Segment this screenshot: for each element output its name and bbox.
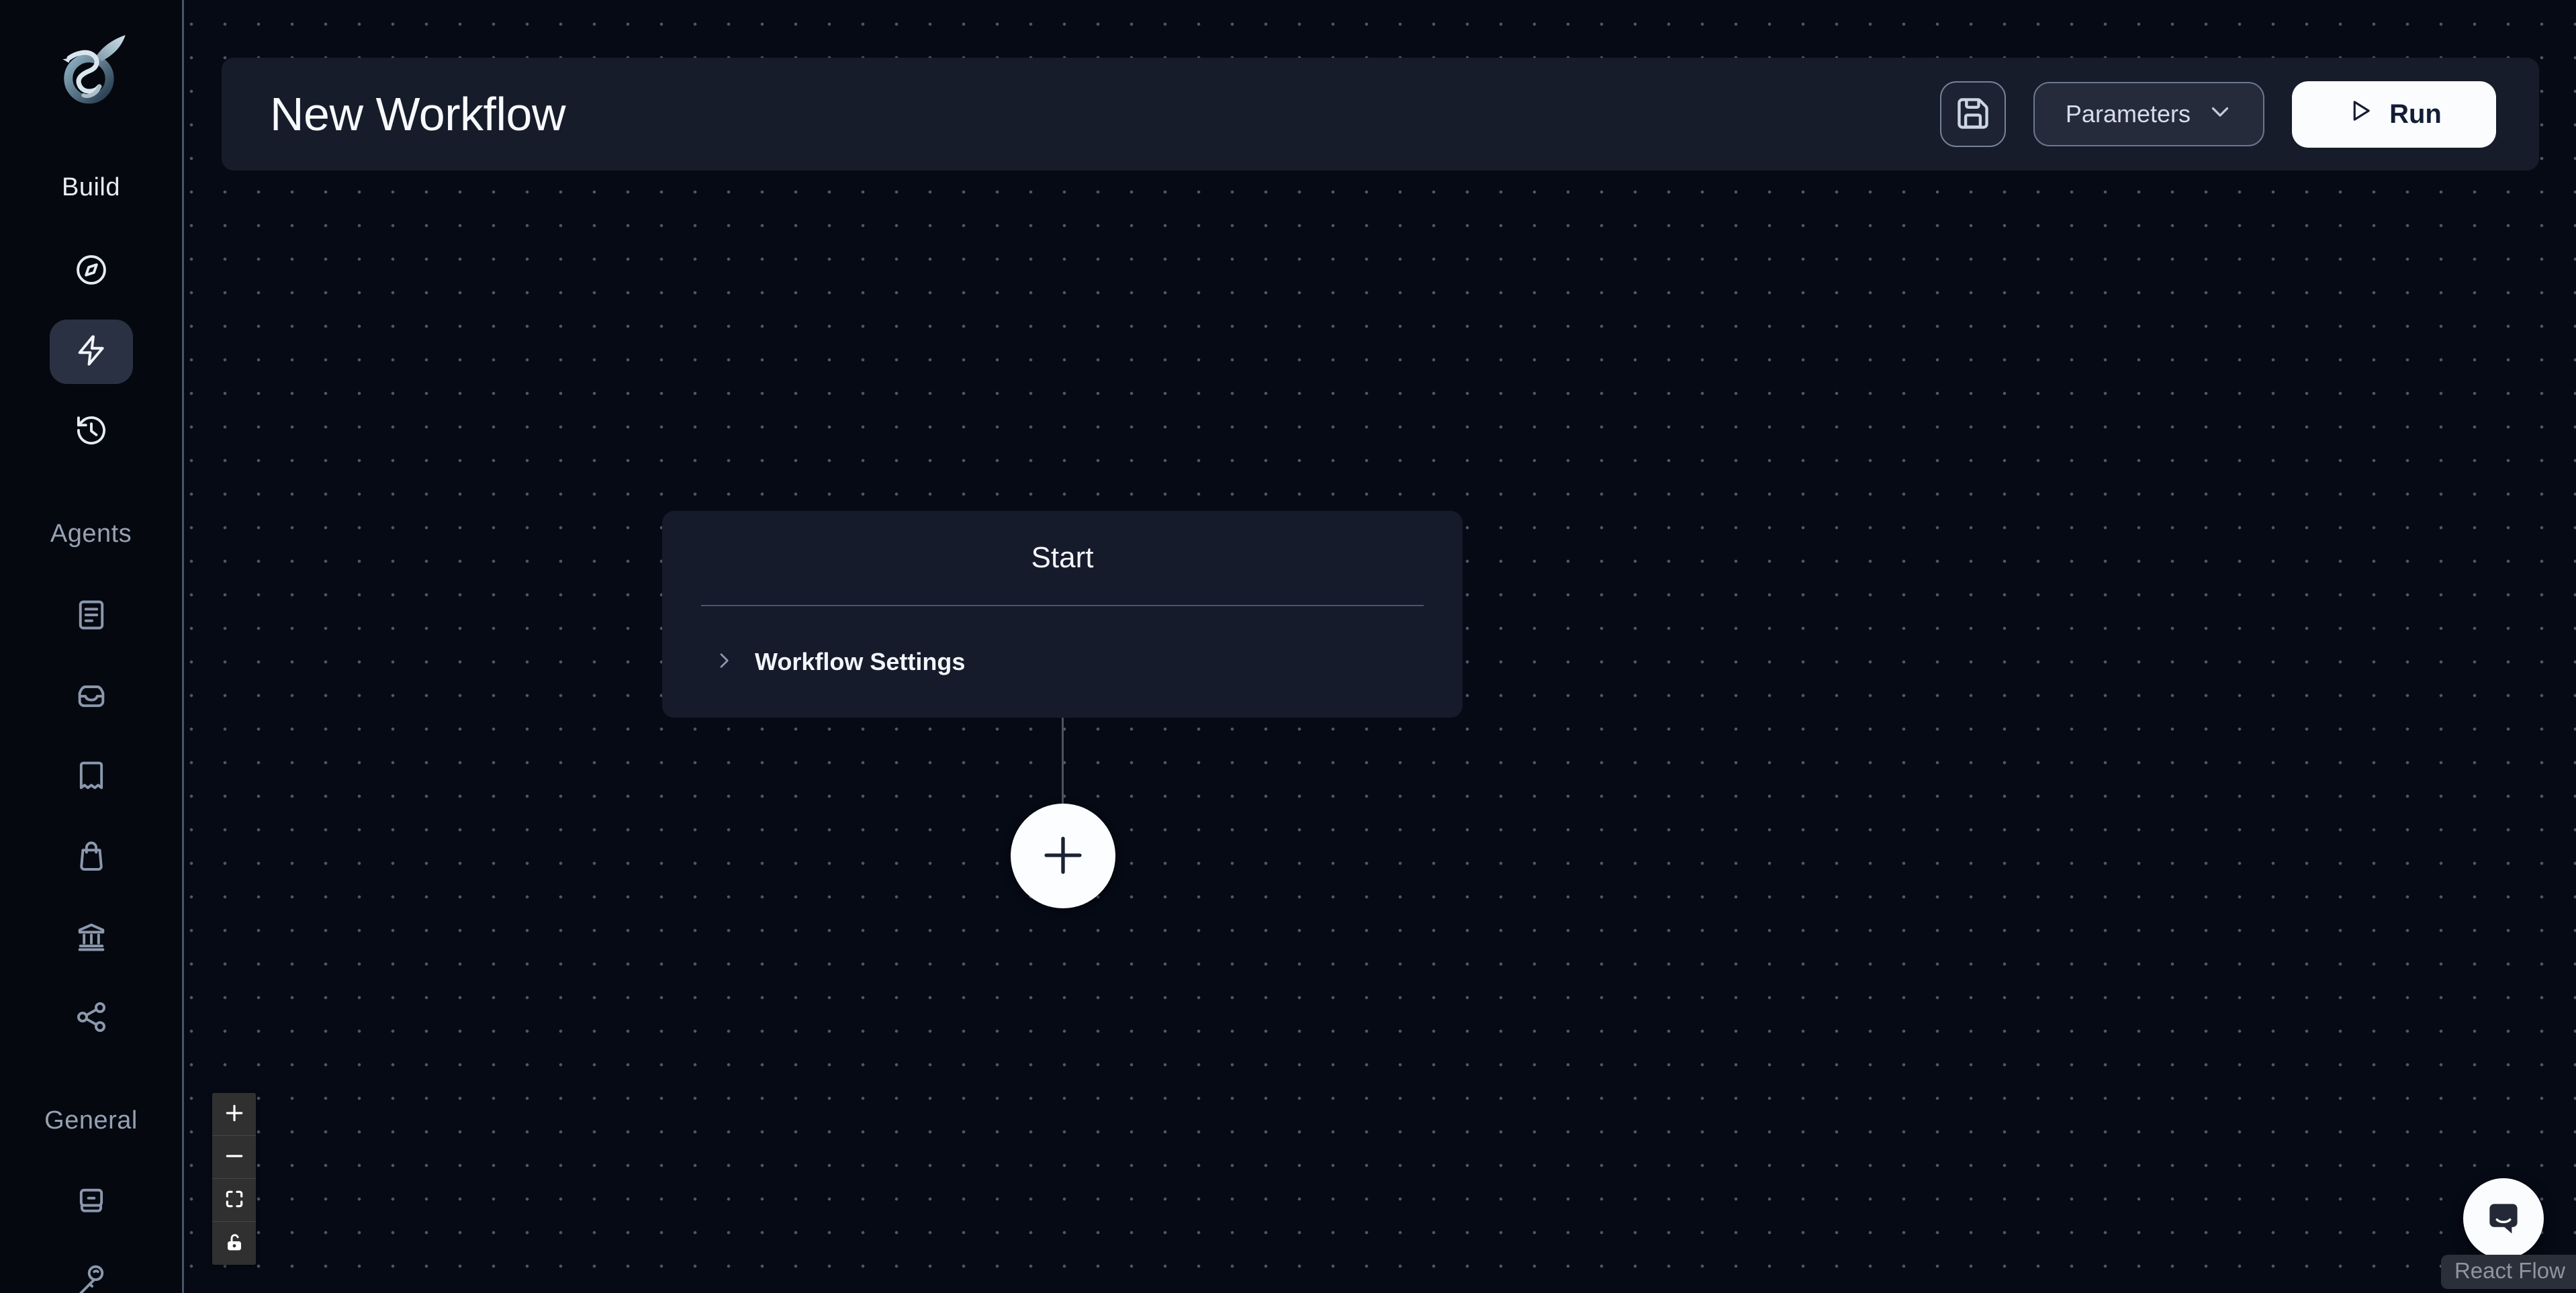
history-icon [74, 413, 109, 451]
lock-toggle-button[interactable] [212, 1222, 256, 1265]
sidebar-item-credentials[interactable] [50, 1247, 133, 1293]
start-node-title: Start [1031, 541, 1094, 575]
share-icon [74, 1000, 109, 1038]
header-actions: Parameters Run [1940, 81, 2539, 148]
chat-bubble-icon [2481, 1196, 2526, 1242]
workflow-title[interactable]: New Workflow [270, 87, 565, 141]
section-label-general: General [0, 1106, 182, 1135]
receipt-icon [74, 758, 109, 796]
save-icon [1953, 94, 1992, 135]
sidebar-item-store[interactable] [50, 825, 133, 890]
chevron-right-icon [713, 650, 735, 675]
fit-view-icon [224, 1188, 245, 1212]
key-icon [74, 1261, 109, 1293]
start-node-titlebar: Start [662, 511, 1463, 605]
sidebar: Build Agents [0, 0, 184, 1293]
parameters-button[interactable]: Parameters [2033, 82, 2264, 146]
section-label-agents: Agents [0, 520, 182, 548]
chat-launcher-button[interactable] [2463, 1178, 2544, 1259]
sidebar-item-explore[interactable] [50, 239, 133, 303]
section-label-build: Build [0, 173, 182, 202]
workflow-settings-toggle[interactable]: Workflow Settings [662, 606, 1463, 718]
shopping-bag-icon [74, 839, 109, 877]
add-node-button[interactable] [1011, 804, 1115, 908]
canvas-controls [212, 1093, 256, 1265]
unlock-icon [224, 1232, 245, 1255]
workflow-canvas[interactable]: New Workflow Parameters [184, 0, 2576, 1293]
computer-icon [74, 1184, 109, 1222]
parameters-label: Parameters [2066, 100, 2191, 128]
save-button[interactable] [1940, 81, 2006, 147]
chevron-down-icon [2208, 99, 2232, 130]
compass-icon [74, 252, 109, 291]
lightning-icon [74, 333, 109, 371]
sidebar-item-inbox[interactable] [50, 665, 133, 729]
sidebar-item-bank[interactable] [50, 906, 133, 970]
dragon-logo[interactable] [52, 30, 131, 109]
inbox-icon [74, 678, 109, 716]
sidebar-item-integrations[interactable] [50, 986, 133, 1051]
react-flow-attribution[interactable]: React Flow [2441, 1255, 2576, 1289]
workflow-header: New Workflow Parameters [222, 58, 2539, 171]
workflow-settings-label: Workflow Settings [755, 648, 965, 676]
run-label: Run [2389, 99, 2442, 130]
sidebar-item-workflows[interactable] [50, 320, 133, 384]
sidebar-item-notes[interactable] [50, 584, 133, 649]
bank-icon [74, 919, 109, 957]
zoom-in-icon [224, 1102, 245, 1126]
start-node[interactable]: Start Workflow Settings [662, 511, 1463, 718]
fit-view-button[interactable] [212, 1179, 256, 1222]
notes-icon [74, 597, 109, 636]
sidebar-item-history[interactable] [50, 399, 133, 464]
sidebar-item-receipts[interactable] [50, 745, 133, 809]
play-icon [2346, 97, 2375, 132]
edge-connector [1062, 718, 1064, 806]
zoom-in-button[interactable] [212, 1093, 256, 1136]
zoom-out-button[interactable] [212, 1136, 256, 1179]
zoom-out-icon [224, 1145, 245, 1169]
run-button[interactable]: Run [2292, 81, 2496, 148]
sidebar-item-computer[interactable] [50, 1170, 133, 1235]
plus-icon [1032, 824, 1094, 888]
